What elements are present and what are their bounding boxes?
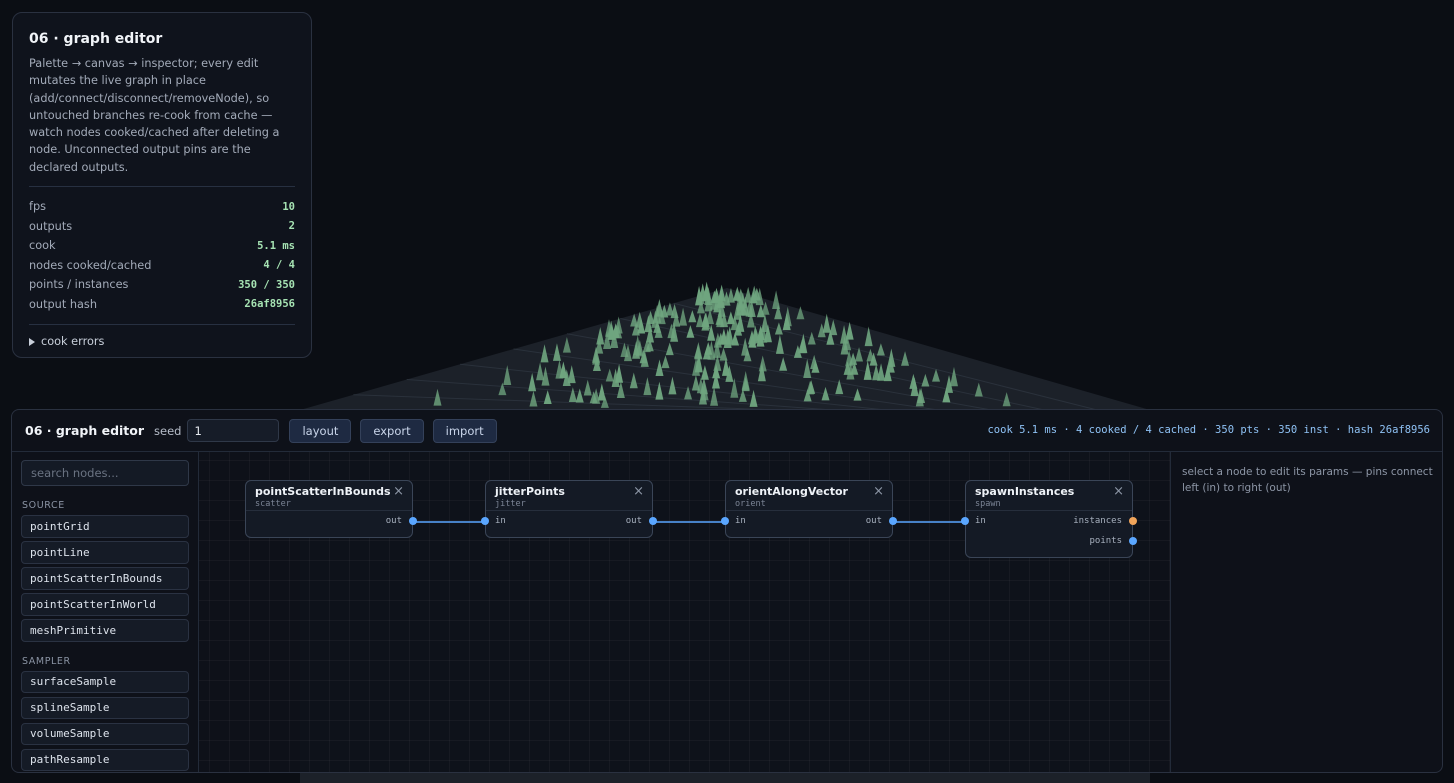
- stat-label: points / instances: [29, 278, 129, 292]
- info-title: 06 · graph editor: [29, 31, 163, 47]
- stat-value: 5.1 ms: [257, 239, 295, 252]
- node-title: pointScatterInBounds: [255, 485, 391, 498]
- palette-item-pointScatterInWorld[interactable]: pointScatterInWorld: [21, 593, 189, 616]
- output-pin[interactable]: [409, 517, 417, 525]
- stat-row: nodes cooked/cached 4 / 4: [29, 256, 295, 276]
- palette-item-splineSample[interactable]: splineSample: [21, 696, 189, 719]
- stat-row: output hash 26af8956: [29, 295, 295, 315]
- stat-row: cook 5.1 ms: [29, 236, 295, 256]
- input-pin[interactable]: [961, 517, 969, 525]
- palette-item-pointScatterInBounds[interactable]: pointScatterInBounds: [21, 567, 189, 590]
- input-pin-label: in: [735, 516, 746, 526]
- node-type: jitter: [495, 499, 526, 509]
- node-pointScatterInBounds[interactable]: pointScatterInBounds scatter × out: [245, 480, 417, 538]
- output-pin[interactable]: [889, 517, 897, 525]
- seed-input[interactable]: [187, 419, 280, 442]
- editor-toolbar: 06 · graph editor seed layout export imp…: [12, 410, 1442, 452]
- node-type: spawn: [975, 499, 1001, 509]
- stat-label: outputs: [29, 219, 73, 233]
- node-header: spawnInstances spawn ×: [966, 481, 1132, 511]
- node-jitterPoints[interactable]: jitterPoints jitter × in out: [481, 480, 657, 538]
- stat-value: 10: [282, 200, 295, 213]
- inspector-hint: select a node to edit its params — pins …: [1182, 466, 1433, 494]
- output-pin-label: instances: [1073, 516, 1122, 526]
- cook-summary: cook 5.1 ms · 4 cooked / 4 cached · 350 …: [987, 424, 1430, 436]
- stat-value: 26af8956: [244, 298, 295, 311]
- layout-button[interactable]: layout: [289, 418, 352, 443]
- graph-canvas[interactable]: pointScatterInBounds scatter × out jitterPoi…: [199, 452, 1171, 772]
- palette-item-volumeSample[interactable]: volumeSample: [21, 722, 189, 745]
- cook-errors-label: cook errors: [41, 335, 105, 349]
- close-icon[interactable]: ×: [633, 484, 644, 499]
- palette-item-meshPrimitive[interactable]: meshPrimitive: [21, 619, 189, 642]
- graph-editor: 06 · graph editor seed layout export imp…: [11, 409, 1443, 773]
- close-icon[interactable]: ×: [1113, 484, 1124, 499]
- palette-item-surfaceSample[interactable]: surfaceSample: [21, 670, 189, 693]
- export-button[interactable]: export: [360, 418, 424, 443]
- inspector-panel: select a node to edit its params — pins …: [1172, 452, 1442, 772]
- disclosure-triangle-icon: [29, 337, 35, 346]
- output-pin[interactable]: [1129, 537, 1137, 545]
- stat-label: cook: [29, 239, 56, 253]
- pin-row: points: [966, 531, 1137, 551]
- divider: [29, 324, 295, 326]
- close-icon[interactable]: ×: [393, 484, 404, 499]
- palette-category-sampler: SAMPLER: [22, 655, 71, 667]
- search-nodes-input[interactable]: [21, 460, 189, 486]
- palette-item-pathResample[interactable]: pathResample: [21, 748, 189, 771]
- node-palette: SOURCE pointGrid pointLine pointScatterInBo…: [12, 452, 199, 772]
- node-header: jitterPoints jitter ×: [486, 481, 652, 511]
- output-pin-label: out: [385, 516, 402, 526]
- stat-value: 2: [288, 220, 295, 233]
- node-spawnInstances[interactable]: spawnInstances spawn × in instances points: [961, 480, 1137, 558]
- stat-label: nodes cooked/cached: [29, 258, 152, 272]
- stat-label: output hash: [29, 297, 97, 311]
- pin-row: in instances: [961, 511, 1137, 531]
- palette-item-pointLine[interactable]: pointLine: [21, 541, 189, 564]
- pin-row: in out: [481, 511, 657, 531]
- input-pin[interactable]: [481, 517, 489, 525]
- palette-item-pointGrid[interactable]: pointGrid: [21, 515, 189, 538]
- input-pin[interactable]: [721, 517, 729, 525]
- stat-label: fps: [29, 200, 47, 214]
- import-button[interactable]: import: [432, 418, 497, 443]
- node-title: spawnInstances: [975, 485, 1075, 498]
- pin-row: out: [246, 511, 417, 531]
- node-type: orient: [735, 499, 766, 509]
- stat-row: outputs 2: [29, 217, 295, 237]
- cook-errors-toggle[interactable]: cook errors: [29, 335, 295, 348]
- seed-label: seed: [154, 423, 182, 438]
- stat-row: fps 10: [29, 197, 295, 217]
- output-pin[interactable]: [1129, 517, 1137, 525]
- stat-value: 4 / 4: [263, 259, 295, 272]
- info-panel: 06 · graph editor Palette → canvas → ins…: [12, 12, 312, 358]
- node-header: pointScatterInBounds scatter ×: [246, 481, 412, 511]
- output-pin-label: points: [1089, 536, 1122, 546]
- palette-list: SOURCE pointGrid pointLine pointScatterInBo…: [21, 500, 198, 771]
- node-title: jitterPoints: [495, 485, 565, 498]
- stats-list: fps 10 outputs 2 cook 5.1 ms nodes cooked/cach…: [29, 197, 295, 314]
- output-pin-label: out: [625, 516, 642, 526]
- palette-category-source: SOURCE: [22, 500, 65, 511]
- node-orientAlongVector[interactable]: orientAlongVector orient × in out: [721, 480, 897, 538]
- divider: [29, 186, 295, 188]
- node-header: orientAlongVector orient ×: [726, 481, 892, 511]
- close-icon[interactable]: ×: [873, 484, 884, 499]
- tree-instance: [772, 290, 781, 309]
- input-pin-label: in: [975, 516, 986, 526]
- info-description: Palette → canvas → inspector; every edit…: [29, 57, 280, 174]
- node-type: scatter: [255, 499, 291, 509]
- editor-title: 06 · graph editor: [25, 423, 145, 438]
- pin-row: in out: [721, 511, 897, 531]
- node-title: orientAlongVector: [735, 485, 848, 498]
- input-pin-label: in: [495, 516, 506, 526]
- output-pin[interactable]: [649, 517, 657, 525]
- output-pin-label: out: [865, 516, 882, 526]
- stat-row: points / instances 350 / 350: [29, 275, 295, 295]
- stat-value: 350 / 350: [238, 278, 295, 291]
